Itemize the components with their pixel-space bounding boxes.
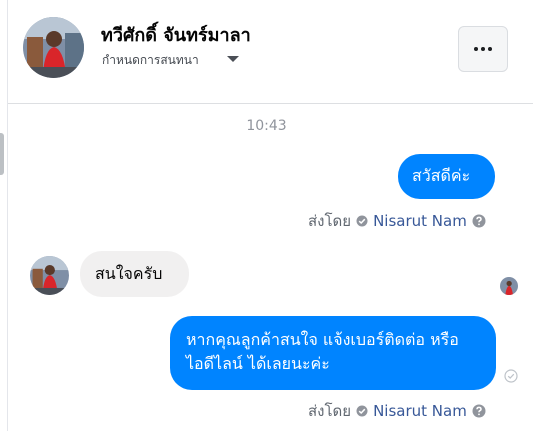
sent-by-label: ส่งโดย Nisarut Nam [308,209,486,233]
contact-avatar[interactable] [23,17,84,78]
contact-name[interactable]: ทวีศักดิ์ จันทร์มาลา [101,20,251,49]
sent-by-label: ส่งโดย Nisarut Nam [308,399,486,423]
sent-check-icon [504,369,518,383]
more-options-button[interactable] [458,26,508,72]
help-icon[interactable] [472,404,486,418]
sent-by-prefix: ส่งโดย [308,402,352,420]
outgoing-message-bubble[interactable]: หากคุณลูกค้าสนใจ แจ้งเบอร์ติดต่อ หรือ ไอ… [170,316,496,390]
outgoing-message-bubble[interactable]: สวัสดีค่ะ [398,154,495,199]
incoming-message-bubble[interactable]: สนใจครับ [80,251,189,297]
conversation-subtitle[interactable]: กำหนดการสนทนา [102,51,199,70]
sent-by-prefix: ส่งโดย [308,212,352,230]
caret-down-icon[interactable] [226,54,240,64]
scroll-handle[interactable] [0,133,4,175]
conversation-header: ทวีศักดิ์ จันทร์มาลา กำหนดการสนทนา [8,0,533,104]
contact-avatar-small[interactable] [30,256,69,295]
sender-name[interactable]: Nisarut Nam [373,212,467,230]
message-timestamp: 10:43 [246,118,287,134]
help-icon[interactable] [472,214,486,228]
verified-check-icon [356,405,368,417]
read-receipt-avatar [500,277,518,295]
sender-name[interactable]: Nisarut Nam [373,402,467,420]
verified-check-icon [356,215,368,227]
left-panel-edge [0,0,8,431]
ellipsis-icon [474,47,492,51]
